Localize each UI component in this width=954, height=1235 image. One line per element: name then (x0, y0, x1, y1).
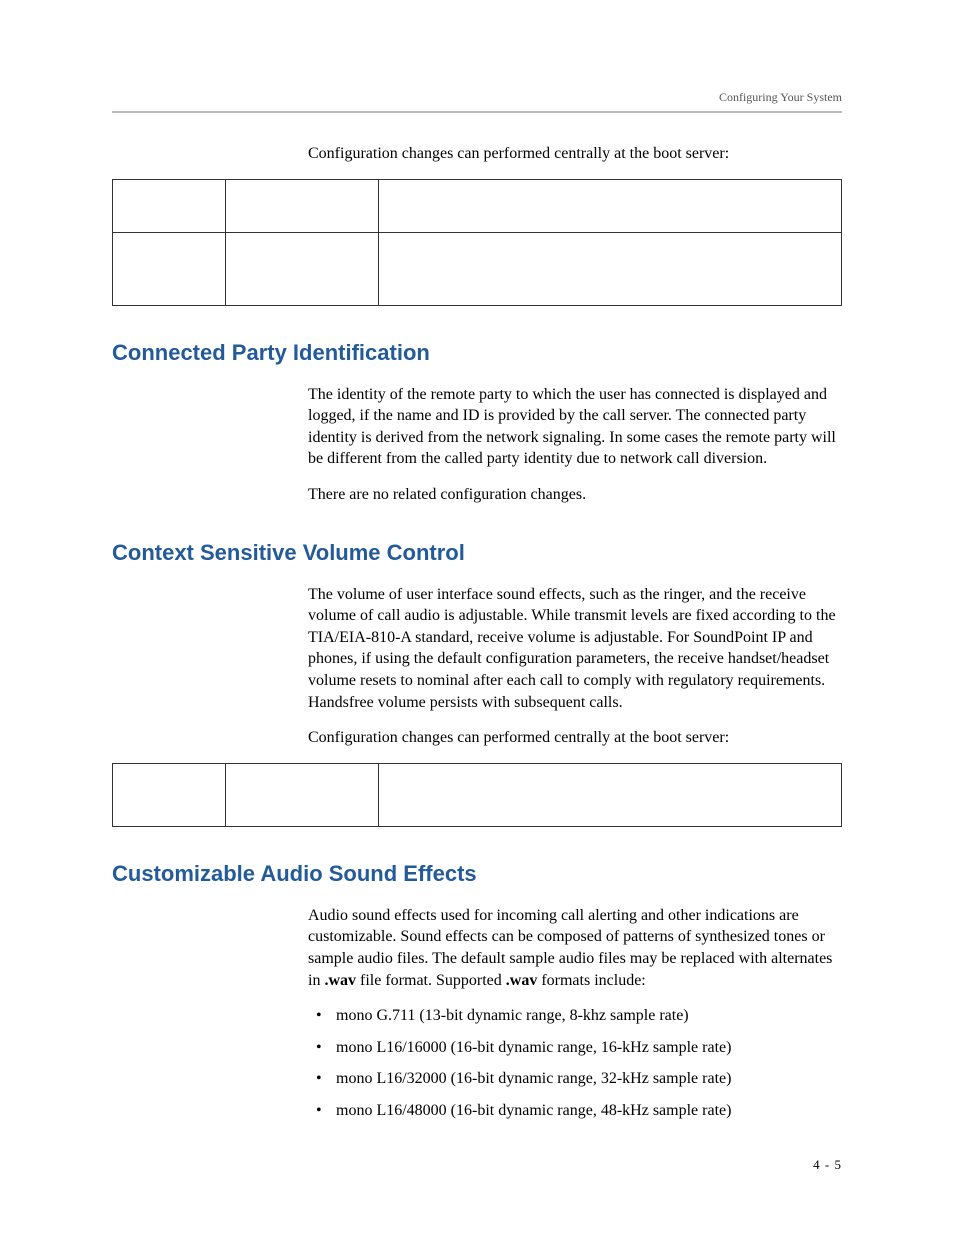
list-item: mono L16/16000 (16-bit dynamic range, 16… (308, 1037, 842, 1059)
connected-para-2: There are no related configuration chang… (308, 484, 842, 506)
wav-bold-2: .wav (506, 972, 538, 989)
list-item: mono L16/32000 (16-bit dynamic range, 32… (308, 1068, 842, 1090)
audio-p1-c: file format. Supported (356, 972, 506, 989)
config-table-1 (112, 179, 842, 306)
running-header: Configuring Your System (112, 90, 842, 105)
connected-block: The identity of the remote party to whic… (308, 384, 842, 506)
table-row (113, 763, 842, 826)
config-table-2 (112, 763, 842, 827)
section-heading-volume: Context Sensitive Volume Control (112, 540, 842, 566)
volume-block: The volume of user interface sound effec… (308, 584, 842, 749)
audio-bullet-list: mono G.711 (13-bit dynamic range, 8-khz … (308, 1005, 842, 1121)
wav-bold-1: .wav (324, 972, 356, 989)
page-number: 4 - 5 (112, 1157, 842, 1173)
list-item: mono L16/48000 (16-bit dynamic range, 48… (308, 1100, 842, 1122)
table-row (113, 179, 842, 232)
header-rule (112, 111, 842, 113)
volume-para-1: The volume of user interface sound effec… (308, 584, 842, 714)
document-page: Configuring Your System Configuration ch… (0, 0, 954, 1233)
section-heading-audio: Customizable Audio Sound Effects (112, 861, 842, 887)
audio-block: Audio sound effects used for incoming ca… (308, 905, 842, 1122)
audio-para-1: Audio sound effects used for incoming ca… (308, 905, 842, 991)
audio-p1-e: formats include: (537, 972, 645, 989)
connected-para-1: The identity of the remote party to whic… (308, 384, 842, 470)
intro-block: Configuration changes can performed cent… (308, 143, 842, 165)
volume-para-2: Configuration changes can performed cent… (308, 727, 842, 749)
section-heading-connected: Connected Party Identification (112, 340, 842, 366)
list-item: mono G.711 (13-bit dynamic range, 8-khz … (308, 1005, 842, 1027)
intro-para: Configuration changes can performed cent… (308, 143, 842, 165)
table-row (113, 232, 842, 305)
